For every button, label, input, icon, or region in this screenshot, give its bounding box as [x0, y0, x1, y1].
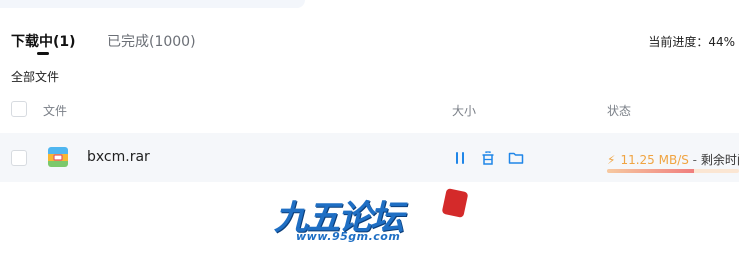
- red-seal-stamp: [441, 187, 469, 219]
- watermark-url: www.95gm.com: [296, 230, 401, 243]
- column-file: 文件: [43, 104, 68, 118]
- column-status: 状态: [607, 104, 632, 118]
- forum-watermark-logo: 九五论坛 www.95gm.com: [268, 187, 473, 250]
- overall-progress-text: 当前进度：44%: [648, 35, 735, 49]
- tab-downloading[interactable]: 下载中(1): [11, 31, 76, 51]
- time-remaining-label: 剩余时间: [700, 153, 739, 167]
- breadcrumb[interactable]: 全部文件: [11, 68, 59, 85]
- archive-file-icon: [48, 147, 68, 167]
- file-name: bxcm.rar: [87, 149, 150, 165]
- status-separator: -: [688, 153, 701, 167]
- download-speed: 11.25 MB/S: [620, 153, 689, 167]
- pause-icon[interactable]: [452, 150, 468, 166]
- table-row[interactable]: bxcm.rar ⚡ 11.25 MB/S - 剩余时间: [0, 133, 739, 182]
- download-status: ⚡ 11.25 MB/S - 剩余时间: [607, 151, 739, 168]
- column-size: 大小: [452, 104, 477, 118]
- tab-completed[interactable]: 已完成(1000): [107, 31, 196, 51]
- download-progress-bar: [607, 169, 739, 173]
- table-header: 文件 大小 状态: [0, 98, 739, 122]
- row-checkbox[interactable]: [11, 150, 27, 166]
- delete-icon[interactable]: [480, 150, 496, 166]
- folder-icon[interactable]: [508, 150, 524, 166]
- select-all-checkbox[interactable]: [11, 101, 27, 117]
- active-tab-indicator: [37, 52, 49, 55]
- download-progress-fill: [607, 169, 695, 173]
- top-search-strip: [0, 0, 305, 8]
- lightning-icon: ⚡: [607, 153, 616, 167]
